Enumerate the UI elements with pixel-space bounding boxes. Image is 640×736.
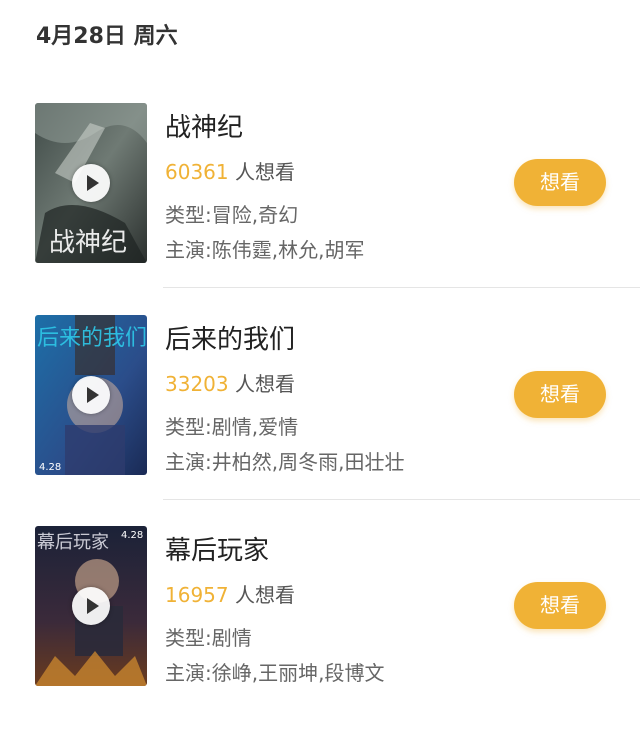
movie-item[interactable]: 后来的我们 4.28 后来的我们 33203 人想看 类型:剧情,爱情 主演:井… [0, 315, 640, 525]
movie-genre: 类型:剧情,爱情 [165, 415, 299, 439]
movie-item[interactable]: 幕后玩家 4.28 幕后玩家 16957 人想看 类型:剧情 主演:徐峥,王丽坤… [0, 526, 640, 736]
svg-text:4.28: 4.28 [39, 462, 61, 473]
movie-poster[interactable]: 后来的我们 4.28 [35, 315, 147, 475]
divider [163, 287, 640, 288]
movie-poster[interactable]: 战神纪 [35, 103, 147, 263]
wish-count: 33203 人想看 [165, 368, 295, 397]
play-icon[interactable] [72, 376, 110, 414]
poster-title-text: 战神纪 [49, 228, 127, 258]
wish-number: 16957 [165, 583, 229, 607]
movie-poster[interactable]: 幕后玩家 4.28 [35, 526, 147, 686]
movie-item[interactable]: 战神纪 战神纪 60361 人想看 类型:冒险,奇幻 主演:陈伟霆,林允,胡军 … [0, 103, 640, 313]
movie-title[interactable]: 战神纪 [165, 107, 243, 144]
want-to-see-button[interactable]: 想看 [514, 371, 606, 418]
movie-genre: 类型:冒险,奇幻 [165, 203, 299, 227]
wish-number: 60361 [165, 160, 229, 184]
wish-count: 16957 人想看 [165, 579, 295, 608]
play-icon[interactable] [72, 587, 110, 625]
wish-count: 60361 人想看 [165, 156, 295, 185]
wish-suffix: 人想看 [228, 372, 295, 396]
poster-title-text: 后来的我们 [37, 326, 147, 351]
movie-genre: 类型:剧情 [165, 626, 252, 650]
svg-text:4.28: 4.28 [121, 530, 143, 541]
wish-suffix: 人想看 [228, 583, 295, 607]
movie-cast: 主演:徐峥,王丽坤,段博文 [165, 661, 385, 685]
date-header: 4月28日 周六 [36, 24, 178, 49]
want-to-see-button[interactable]: 想看 [514, 582, 606, 629]
wish-number: 33203 [165, 372, 229, 396]
poster-title-text: 幕后玩家 [37, 532, 109, 553]
wish-suffix: 人想看 [228, 160, 295, 184]
movie-cast: 主演:井柏然,周冬雨,田壮壮 [165, 450, 405, 474]
movie-title[interactable]: 幕后玩家 [165, 530, 269, 567]
movie-cast: 主演:陈伟霆,林允,胡军 [165, 238, 365, 262]
movie-title[interactable]: 后来的我们 [165, 319, 295, 356]
play-icon[interactable] [72, 164, 110, 202]
want-to-see-button[interactable]: 想看 [514, 159, 606, 206]
divider [163, 499, 640, 500]
